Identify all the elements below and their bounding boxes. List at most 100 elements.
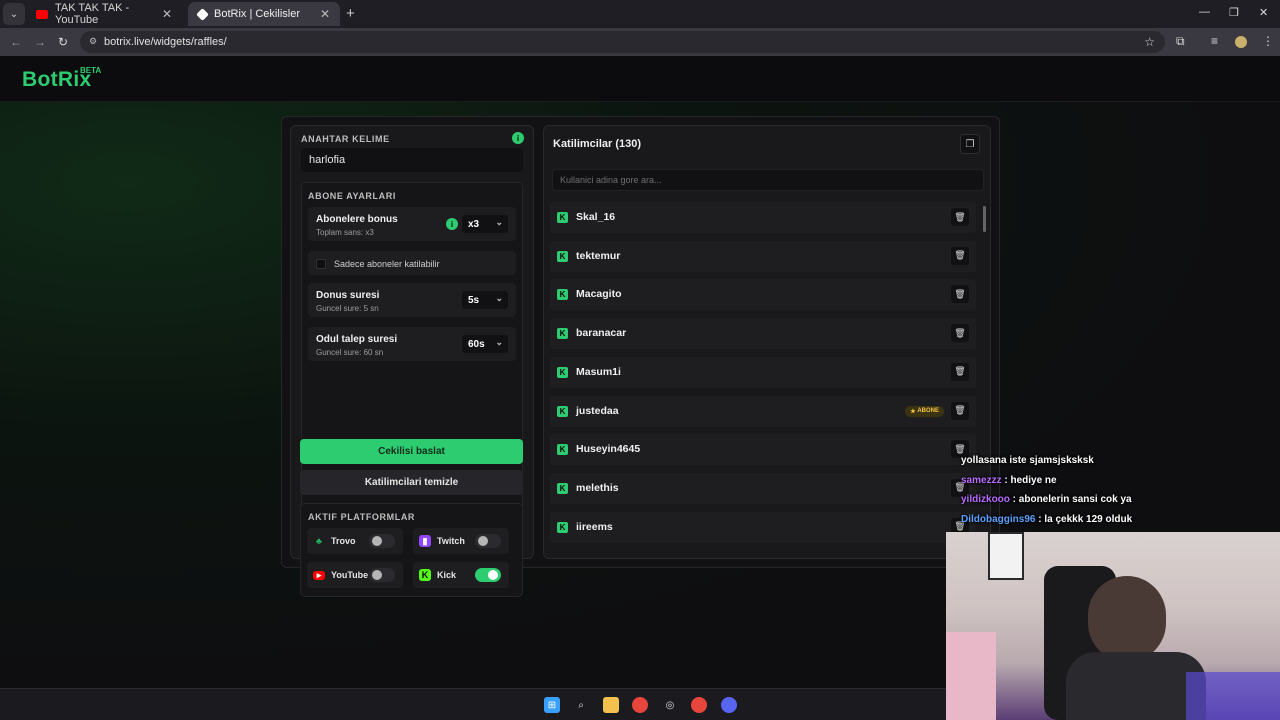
- participant-search-input[interactable]: Kullanici adina gore ara...: [552, 169, 984, 191]
- chevron-down-icon: ⌄: [495, 293, 503, 303]
- kick-icon: K: [557, 482, 568, 494]
- tab-search-menu-icon[interactable]: ⌄: [3, 3, 25, 25]
- chat-message: yollasana iste sjamsjsksksk: [961, 455, 1094, 466]
- reading-list-icon[interactable]: ≡: [1211, 34, 1218, 48]
- keyword-input[interactable]: harlofia: [301, 148, 523, 172]
- participant-name: justedaa: [576, 404, 619, 417]
- bonus-duration-select[interactable]: 5s ⌄: [462, 291, 508, 309]
- profile-avatar[interactable]: [1235, 36, 1247, 48]
- close-tab-icon[interactable]: ✕: [320, 7, 330, 21]
- platform-youtube: ▸ YouTube: [307, 562, 403, 588]
- only-subscribers-row[interactable]: Sadece aboneler katilabilir: [308, 251, 516, 275]
- bookmark-star-icon[interactable]: ☆: [1144, 35, 1155, 49]
- close-tab-icon[interactable]: ✕: [162, 7, 172, 21]
- info-icon[interactable]: i: [446, 218, 458, 230]
- participant-row[interactable]: K Huseyin4645 🗑: [550, 434, 976, 466]
- browser-menu-icon[interactable]: ⋮: [1262, 34, 1274, 48]
- kick-icon: K: [557, 289, 568, 301]
- discord-icon[interactable]: [721, 697, 737, 713]
- tab-youtube[interactable]: TAK TAK TAK - YouTube ✕: [26, 2, 182, 26]
- chrome-icon[interactable]: [632, 697, 648, 713]
- participants-title: Katilimcilar (130): [553, 138, 642, 150]
- url-text: botrix.live/widgets/raffles/: [104, 36, 227, 48]
- info-icon[interactable]: i: [512, 132, 524, 144]
- reload-icon[interactable]: ↻: [58, 35, 68, 49]
- kick-icon: K: [557, 250, 568, 262]
- participant-name: tektemur: [576, 249, 621, 262]
- search-icon[interactable]: ⌕: [573, 697, 589, 713]
- delete-trash-icon[interactable]: 🗑: [951, 208, 969, 226]
- delete-trash-icon[interactable]: 🗑: [951, 324, 969, 343]
- participant-name: Huseyin4645: [576, 443, 641, 456]
- twitch-icon: ▮: [419, 535, 431, 547]
- only-subscribers-checkbox[interactable]: [316, 259, 326, 269]
- trovo-toggle[interactable]: [369, 534, 395, 548]
- kick-icon: K: [557, 405, 568, 417]
- start-raffle-button[interactable]: Cekilisi baslat: [300, 439, 523, 464]
- platform-name: YouTube: [331, 570, 369, 580]
- delete-trash-icon[interactable]: 🗑: [951, 246, 969, 265]
- kick-icon: K: [557, 328, 568, 340]
- participant-row[interactable]: Kmelethis 🗑: [550, 472, 976, 504]
- participant-row[interactable]: K Masum1i 🗑: [550, 356, 976, 388]
- chat-username: yildizkooo: [961, 494, 1010, 505]
- platform-name: Kick: [437, 570, 457, 580]
- chevron-down-icon: ⌄: [495, 217, 503, 227]
- claim-duration-select[interactable]: 60s ⌄: [462, 335, 508, 353]
- participant-row[interactable]: Kiireems 🗑: [550, 511, 976, 543]
- participant-row[interactable]: Kjustedaa ★ ABONE 🗑: [550, 395, 976, 427]
- kick-icon: K: [557, 521, 568, 533]
- platform-kick: K Kick: [413, 562, 509, 588]
- chat-message: samezzz : hediye ne: [961, 475, 1057, 486]
- participant-row[interactable]: K Skal_16 🗑: [550, 202, 976, 233]
- participant-name: Skal_16: [576, 211, 616, 223]
- participant-name: Macagito: [576, 288, 622, 301]
- delete-trash-icon[interactable]: 🗑: [951, 285, 969, 304]
- beta-badge: BETA: [80, 66, 102, 75]
- chrome-active-icon[interactable]: [691, 697, 707, 713]
- participant-list-scrollbar[interactable]: [983, 206, 986, 232]
- browser-tab-bar: ⌄ TAK TAK TAK - YouTube ✕ BotRix | Cekil…: [0, 0, 1280, 28]
- participant-row[interactable]: Ktektemur 🗑: [550, 240, 976, 272]
- restore-icon[interactable]: ❐: [1229, 6, 1239, 19]
- streamer-webcam: [946, 532, 1280, 720]
- extensions-icon[interactable]: ⧉: [1176, 34, 1185, 49]
- new-tab-icon[interactable]: +: [346, 5, 355, 22]
- kick-icon: K: [557, 366, 568, 378]
- participant-row[interactable]: Kbaranacar 🗑: [550, 318, 976, 350]
- delete-trash-icon[interactable]: 🗑: [951, 362, 969, 381]
- tab-botrix[interactable]: BotRix | Cekilisler ✕: [188, 2, 340, 26]
- chat-message: Dildobaggins96 : la çekkk 129 olduk: [961, 514, 1132, 525]
- chat-text: yollasana iste sjamsjsksksk: [961, 455, 1094, 466]
- bonus-multiplier-select[interactable]: x3 ⌄: [462, 215, 508, 233]
- claim-duration-subtitle: Guncel sure: 60 sn: [316, 348, 384, 357]
- back-icon[interactable]: ←: [10, 35, 22, 49]
- copy-icon[interactable]: ❐: [960, 134, 980, 154]
- participants-panel: Katilimcilar (130) ❐ Kullanici adina gor…: [543, 125, 991, 559]
- twitch-toggle[interactable]: [475, 534, 501, 548]
- youtube-icon: ▸: [313, 570, 325, 580]
- tab-title: BotRix | Cekilisler: [214, 8, 300, 20]
- forward-icon[interactable]: →: [34, 35, 46, 49]
- platform-twitch: ▮ Twitch: [413, 528, 509, 554]
- bonus-duration-subtitle: Guncel sure: 5 sn: [316, 304, 379, 313]
- file-explorer-icon[interactable]: [603, 697, 619, 713]
- delete-trash-icon[interactable]: 🗑: [951, 401, 969, 420]
- trovo-icon: ♣: [316, 536, 322, 546]
- kick-toggle[interactable]: [475, 568, 501, 582]
- participant-row[interactable]: K Macagito 🗑: [550, 279, 976, 311]
- clear-participants-button[interactable]: Katilimcilari temizle: [300, 470, 523, 495]
- youtube-toggle[interactable]: [369, 568, 395, 582]
- close-window-icon[interactable]: ✕: [1259, 6, 1268, 19]
- app-icon[interactable]: ◎: [662, 697, 678, 713]
- site-header: BotRix BETA: [0, 56, 1280, 102]
- bonus-duration-value: 5s: [468, 294, 480, 306]
- minimize-icon[interactable]: —: [1199, 6, 1210, 18]
- site-info-icon[interactable]: ⚙: [89, 36, 97, 47]
- chevron-down-icon: ⌄: [495, 337, 503, 347]
- url-input[interactable]: ⚙ botrix.live/widgets/raffles/ ☆: [80, 31, 1165, 53]
- kick-icon: K: [557, 444, 568, 456]
- bonus-multiplier-value: x3: [468, 218, 480, 230]
- windows-start-icon[interactable]: ⊞: [544, 697, 560, 713]
- chat-username: Dildobaggins96: [961, 513, 1036, 525]
